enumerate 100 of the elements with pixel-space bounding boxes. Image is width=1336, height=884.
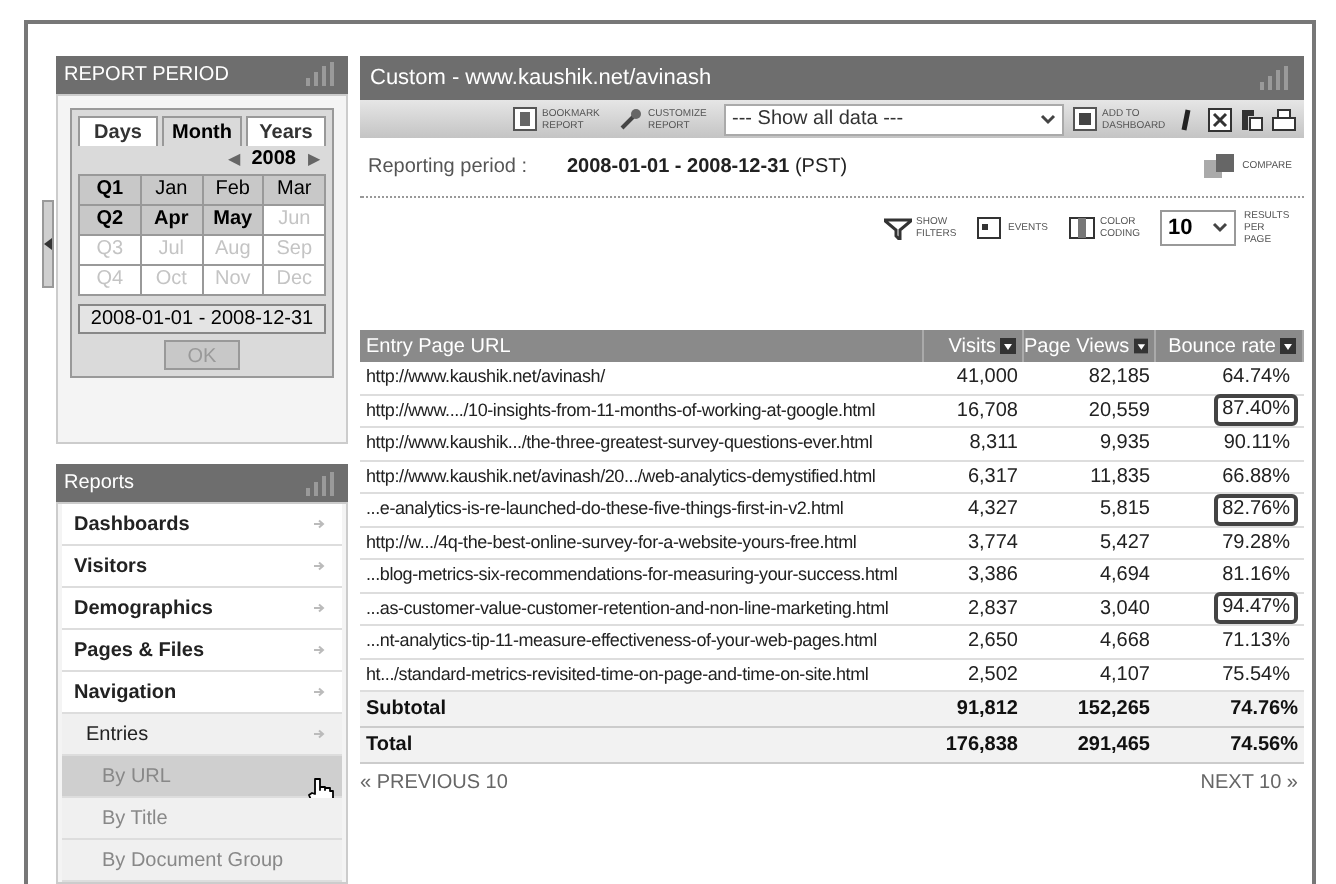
table-cell-text: 90.11%: [1221, 430, 1292, 459]
url-cell-text: ...nt-analytics-tip-11-measure-effectiveness-of-your-web-pages.html: [364, 628, 879, 654]
menu-item-label: Demographics: [74, 595, 213, 623]
period-tab[interactable]: Days: [78, 115, 158, 146]
url-cell-text: http://www.kaushik.../the-three-greatest-survey-questions-ever.html: [364, 430, 875, 456]
table-cell-text: 152,265: [1075, 696, 1152, 724]
month-cell[interactable]: Jan: [141, 175, 203, 206]
funnel-icon: [884, 216, 912, 240]
table-cell-text: 176,838: [943, 732, 1020, 760]
sort-icon[interactable]: [1133, 338, 1148, 354]
table-cell-text: 81.16%: [1220, 562, 1292, 591]
table-cell-text: 41,000: [954, 364, 1020, 393]
table-cell-text: 82,185: [1086, 364, 1152, 393]
sort-icon[interactable]: [1000, 338, 1016, 354]
period-tab[interactable]: Years: [246, 115, 326, 146]
print-icon[interactable]: [1272, 107, 1296, 131]
url-cell-text: ...e-analytics-is-re-launched-do-these-five-things-first-in-v2.html: [364, 496, 846, 522]
table-cell-text: 91,812: [954, 696, 1020, 724]
menu-item-label: Pages & Files: [74, 637, 205, 665]
bars-icon: [304, 471, 340, 496]
arrow-icon: [314, 560, 326, 572]
spreadsheet-icon[interactable]: [1208, 107, 1232, 131]
collapse-handle[interactable]: [42, 200, 54, 288]
menu-item[interactable]: Entries: [62, 714, 342, 756]
menu-item-label: Dashboards: [74, 511, 190, 539]
arrow-icon: [314, 686, 326, 698]
table-cell-text: 16,708: [954, 397, 1020, 426]
arrow-icon: [314, 518, 326, 530]
table-cell-text: 74.76%: [1228, 696, 1300, 724]
menu-item-label: By Title: [102, 805, 168, 833]
month-cell[interactable]: Mar: [264, 175, 326, 206]
dropdown-value: --- Show all data ---: [732, 106, 904, 134]
table-cell-text: 79.28%: [1220, 529, 1292, 558]
previous-year-arrow[interactable]: ◀: [227, 147, 240, 172]
column-header: Entry Page URL: [360, 330, 924, 362]
quarter-cell[interactable]: Q1: [80, 175, 142, 206]
quarter-cell[interactable]: Q2: [80, 205, 142, 236]
table-cell-text: 9,935: [1097, 430, 1152, 459]
menu-item[interactable]: Dashboards: [62, 504, 342, 546]
menu-item-label: Navigation: [74, 679, 177, 707]
results-dropdown[interactable]: 10: [1160, 210, 1236, 246]
dropdown-value: 10: [1168, 213, 1193, 244]
menu-item[interactable]: Visitors: [62, 546, 342, 588]
table-cell-text: 5,815: [1097, 496, 1152, 525]
reporting-period-value: 2008-01-01 - 2008-12-31 (PST): [567, 154, 848, 182]
dashboard-icon: [1072, 106, 1098, 132]
bars-icon: [1258, 66, 1294, 90]
chevron-down-icon: [1040, 113, 1056, 125]
table-cell: 87.40%: [1214, 394, 1298, 427]
arrow-icon: [314, 644, 326, 656]
table-cell: 94.47%: [1214, 592, 1298, 625]
menu-item-label: Entries: [86, 721, 149, 749]
compare-icon: [1204, 154, 1237, 180]
table-cell-text: 66.88%: [1220, 463, 1292, 492]
table-cell-text: 2,837: [965, 595, 1020, 624]
menu-item-label: By Document Group: [102, 847, 284, 875]
filter-dropdown[interactable]: --- Show all data ---: [724, 103, 1064, 135]
bookmark-icon: [512, 106, 538, 132]
sort-icon[interactable]: [1280, 338, 1296, 354]
previous-page-link[interactable]: « PREVIOUS 10: [360, 768, 508, 798]
menu-item[interactable]: Navigation: [62, 672, 342, 714]
table-cell-text: 4,668: [1097, 628, 1152, 657]
table-cell-text: 8,311: [967, 430, 1020, 459]
wrench-icon: [618, 106, 644, 132]
month-cell[interactable]: Apr: [141, 205, 203, 236]
table-cell-text: 11,835: [1088, 463, 1152, 492]
year-label: 2008: [251, 146, 296, 175]
table-cell-text: 74.56%: [1228, 732, 1300, 760]
panel-title: REPORT PERIOD: [64, 61, 229, 90]
period-tab[interactable]: Month: [162, 115, 242, 146]
document-icon[interactable]: [1240, 107, 1264, 131]
url-cell-text: http://www.kaushik.net/avinash/20.../web-analytics-demystified.html: [364, 463, 878, 490]
menu-item[interactable]: Pages & Files: [62, 630, 342, 672]
table-cell-text: 5,427: [1097, 529, 1152, 558]
table-cell-text: 4,107: [1097, 661, 1152, 690]
month-cell[interactable]: May: [203, 205, 265, 236]
arrow-icon: [314, 602, 326, 614]
menu-item-label: By URL: [102, 763, 171, 791]
table-cell-text: 291,465: [1075, 732, 1152, 760]
table-cell-text: 3,386: [965, 562, 1020, 591]
reporting-period-label: Reporting period :: [368, 154, 527, 182]
url-cell-text: ...blog-metrics-six-recommendations-for-measuring-your-success.html: [364, 562, 900, 588]
month-cell[interactable]: Feb: [203, 175, 265, 206]
left-arrow-icon: [44, 238, 52, 250]
arrow-icon: [314, 728, 326, 740]
table-cell: 82.76%: [1214, 493, 1298, 526]
table-cell-text: 71.13%: [1220, 628, 1292, 657]
chevron-down-icon: [1212, 222, 1228, 234]
menu-item[interactable]: Demographics: [62, 588, 342, 630]
table-cell-text: 4,694: [1097, 562, 1152, 591]
table-cell-text: 3,040: [1097, 595, 1152, 624]
next-year-arrow[interactable]: ▶: [308, 147, 320, 172]
date-range-field[interactable]: 2008-01-01 - 2008-12-31: [78, 303, 326, 334]
next-page-link[interactable]: NEXT 10 »: [1200, 768, 1304, 798]
table-cell-text: 2,650: [965, 628, 1020, 657]
url-cell-text: http://www.kaushik.net/avinash/: [364, 364, 607, 390]
table-cell-text: 4,327: [965, 496, 1020, 525]
panel-title: Custom - www.kaushik.net/avinash: [370, 63, 712, 94]
table-cell-text: 3,774: [965, 529, 1020, 558]
url-cell-text: ...as-customer-value-customer-retention-and-non-line-marketing.html: [364, 595, 891, 622]
